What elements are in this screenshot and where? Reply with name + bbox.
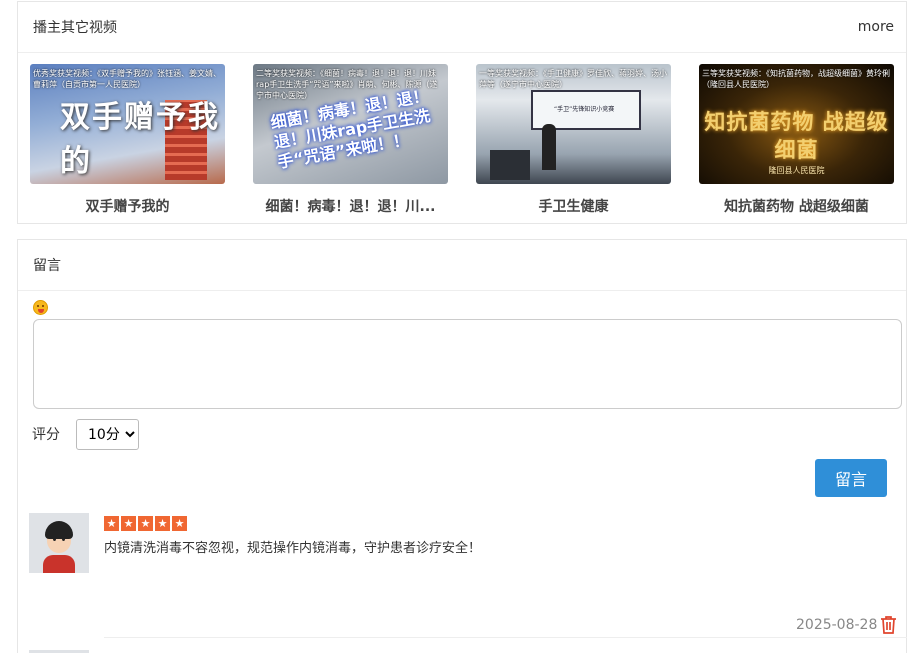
video-thumbnail[interactable]: 三等奖获奖视频：《知抗菌药物，战超级细菌》黄玲俐（隆回县人民医院） 知抗菌药物 … [699,64,894,184]
video-card-2[interactable]: 二等奖获奖视频：《细菌！病毒！退！退！退！川妹rap手卫生洗手“咒语”来啦》肖萌… [253,64,448,216]
delete-comment-button[interactable] [879,615,898,636]
emoji-button[interactable] [33,299,50,316]
video-list: 优秀奖获奖视频：《双手赠予我的》张钰涵、姜文婧、曹莉萍（自贡市第一人民医院） 双… [30,64,894,216]
avatar-hair [45,521,73,539]
thumbnail-caption: 优秀奖获奖视频：《双手赠予我的》张钰涵、姜文婧、曹莉萍（自贡市第一人民医院） [33,69,221,89]
avatar [29,513,89,573]
screen-text: “手卫”先锋知识小竞赛 [554,106,615,113]
rating-label: 评分 [32,427,60,443]
star-icon: ★ [104,516,119,531]
presenter-figure [542,124,556,170]
thumbnail-title: 双手赠予我的 [60,100,220,179]
video-thumbnail[interactable]: 二等奖获奖视频：《细菌！病毒！退！退！退！川妹rap手卫生洗手“咒语”来啦》肖萌… [253,64,448,184]
star-icon: ★ [172,516,187,531]
avatar-body [43,555,75,573]
submit-comment-button[interactable]: 留言 [815,459,887,497]
other-videos-title: 播主其它视频 [33,20,117,36]
comment-textarea[interactable] [33,319,902,409]
comments-title: 留言 [33,258,61,274]
comment-text: 内镜清洗消毒不容忽视，规范操作内镜消毒，守护患者诊疗安全！ [104,541,482,556]
comment-date: 2025-08-28 [796,617,878,633]
video-thumbnail[interactable]: 优秀奖获奖视频：《双手赠予我的》张钰涵、姜文婧、曹莉萍（自贡市第一人民医院） 双… [30,64,225,184]
comments-panel: 留言 评分 10分 留言 ★ ★ ★ ★ ★ 内镜清洗消毒不容忽视，规范操作内镜… [17,239,907,653]
trash-icon [881,616,896,634]
other-videos-panel: 播主其它视频 more 优秀奖获奖视频：《双手赠予我的》张钰涵、姜文婧、曹莉萍（… [17,1,907,224]
star-icon: ★ [138,516,153,531]
video-card-3[interactable]: 一等奖获奖视频：《手卫健康》罗佳欣、蒋羽婷、汤小萍等（遂宁市中心医院） “手卫”… [476,64,671,216]
thumbnail-subtitle: 隆回县人民医院 [768,166,825,175]
video-title[interactable]: 双手赠予我的 [30,196,225,216]
video-title[interactable]: 细菌！病毒！退！退！川... [253,196,448,216]
video-thumbnail[interactable]: 一等奖获奖视频：《手卫健康》罗佳欣、蒋羽婷、汤小萍等（遂宁市中心医院） “手卫”… [476,64,671,184]
grinning-face-icon [33,300,48,315]
star-rating: ★ ★ ★ ★ ★ [104,516,187,531]
video-title[interactable]: 知抗菌药物 战超级细菌 [699,196,894,216]
more-link[interactable]: more [858,19,894,35]
comments-header: 留言 [18,240,906,291]
thumbnail-caption: 一等奖获奖视频：《手卫健康》罗佳欣、蒋羽婷、汤小萍等（遂宁市中心医院） [479,69,667,89]
thumbnail-title: 知抗菌药物 战超级细菌 [704,110,889,162]
other-videos-header: 播主其它视频 more [18,2,906,53]
star-icon: ★ [155,516,170,531]
star-icon: ★ [121,516,136,531]
thumbnail-caption: 三等奖获奖视频：《知抗菌药物，战超级细菌》黄玲俐（隆回县人民医院） [702,69,890,89]
comment-divider [104,637,907,638]
rating-select[interactable]: 10分 [76,419,139,450]
podium-graphic [490,150,530,180]
video-card-1[interactable]: 优秀奖获奖视频：《双手赠予我的》张钰涵、姜文婧、曹莉萍（自贡市第一人民医院） 双… [30,64,225,216]
video-card-4[interactable]: 三等奖获奖视频：《知抗菌药物，战超级细菌》黄玲俐（隆回县人民医院） 知抗菌药物 … [699,64,894,216]
video-title[interactable]: 手卫生健康 [476,196,671,216]
